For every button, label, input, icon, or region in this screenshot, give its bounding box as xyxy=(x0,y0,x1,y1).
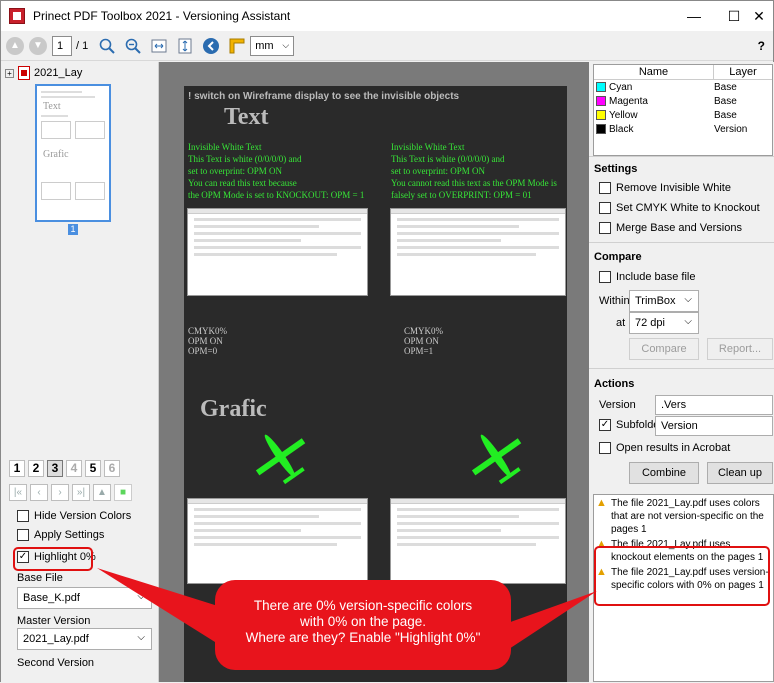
callout-line-1: There are 0% version-specific colors xyxy=(253,598,473,613)
callout-line-2: with 0% on the page. xyxy=(299,614,427,629)
callout-line-3: Where are they? Enable "Highlight 0%" xyxy=(245,630,481,645)
app-window: Prinect PDF Toolbox 2021 - Versioning As… xyxy=(0,0,774,682)
callout-bubble: There are 0% version-specific colors wit… xyxy=(215,580,511,670)
